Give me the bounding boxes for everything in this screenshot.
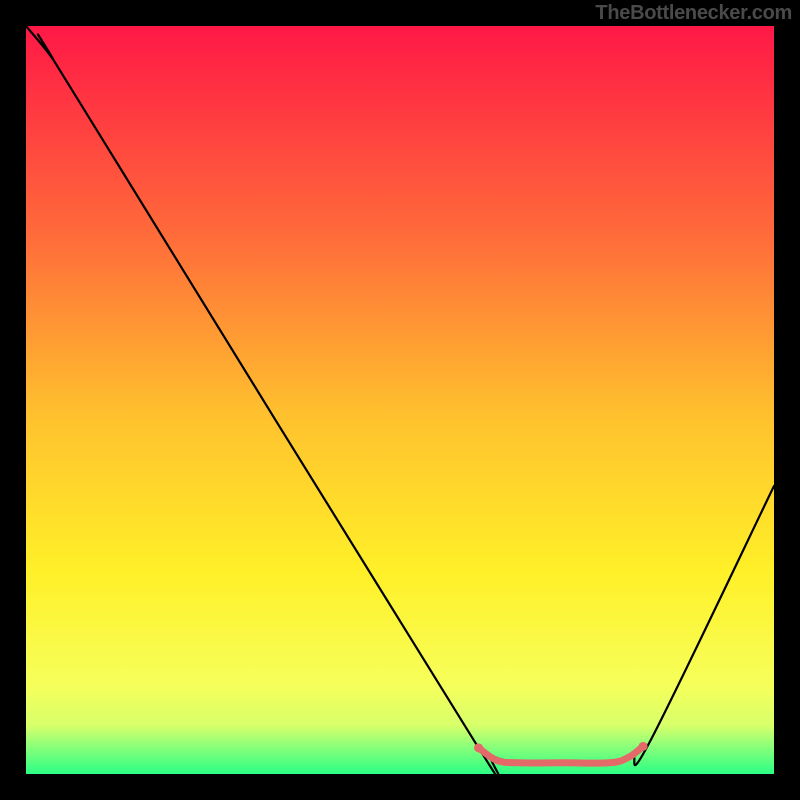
series-highlight-endpoint <box>474 743 483 752</box>
gradient-background <box>26 26 774 774</box>
attribution-label: TheBottlenecker.com <box>595 2 792 25</box>
plot-area <box>26 26 774 774</box>
series-highlight-endpoint <box>639 742 648 751</box>
chart-svg <box>26 26 774 774</box>
chart-container: TheBottlenecker.com <box>0 0 800 800</box>
